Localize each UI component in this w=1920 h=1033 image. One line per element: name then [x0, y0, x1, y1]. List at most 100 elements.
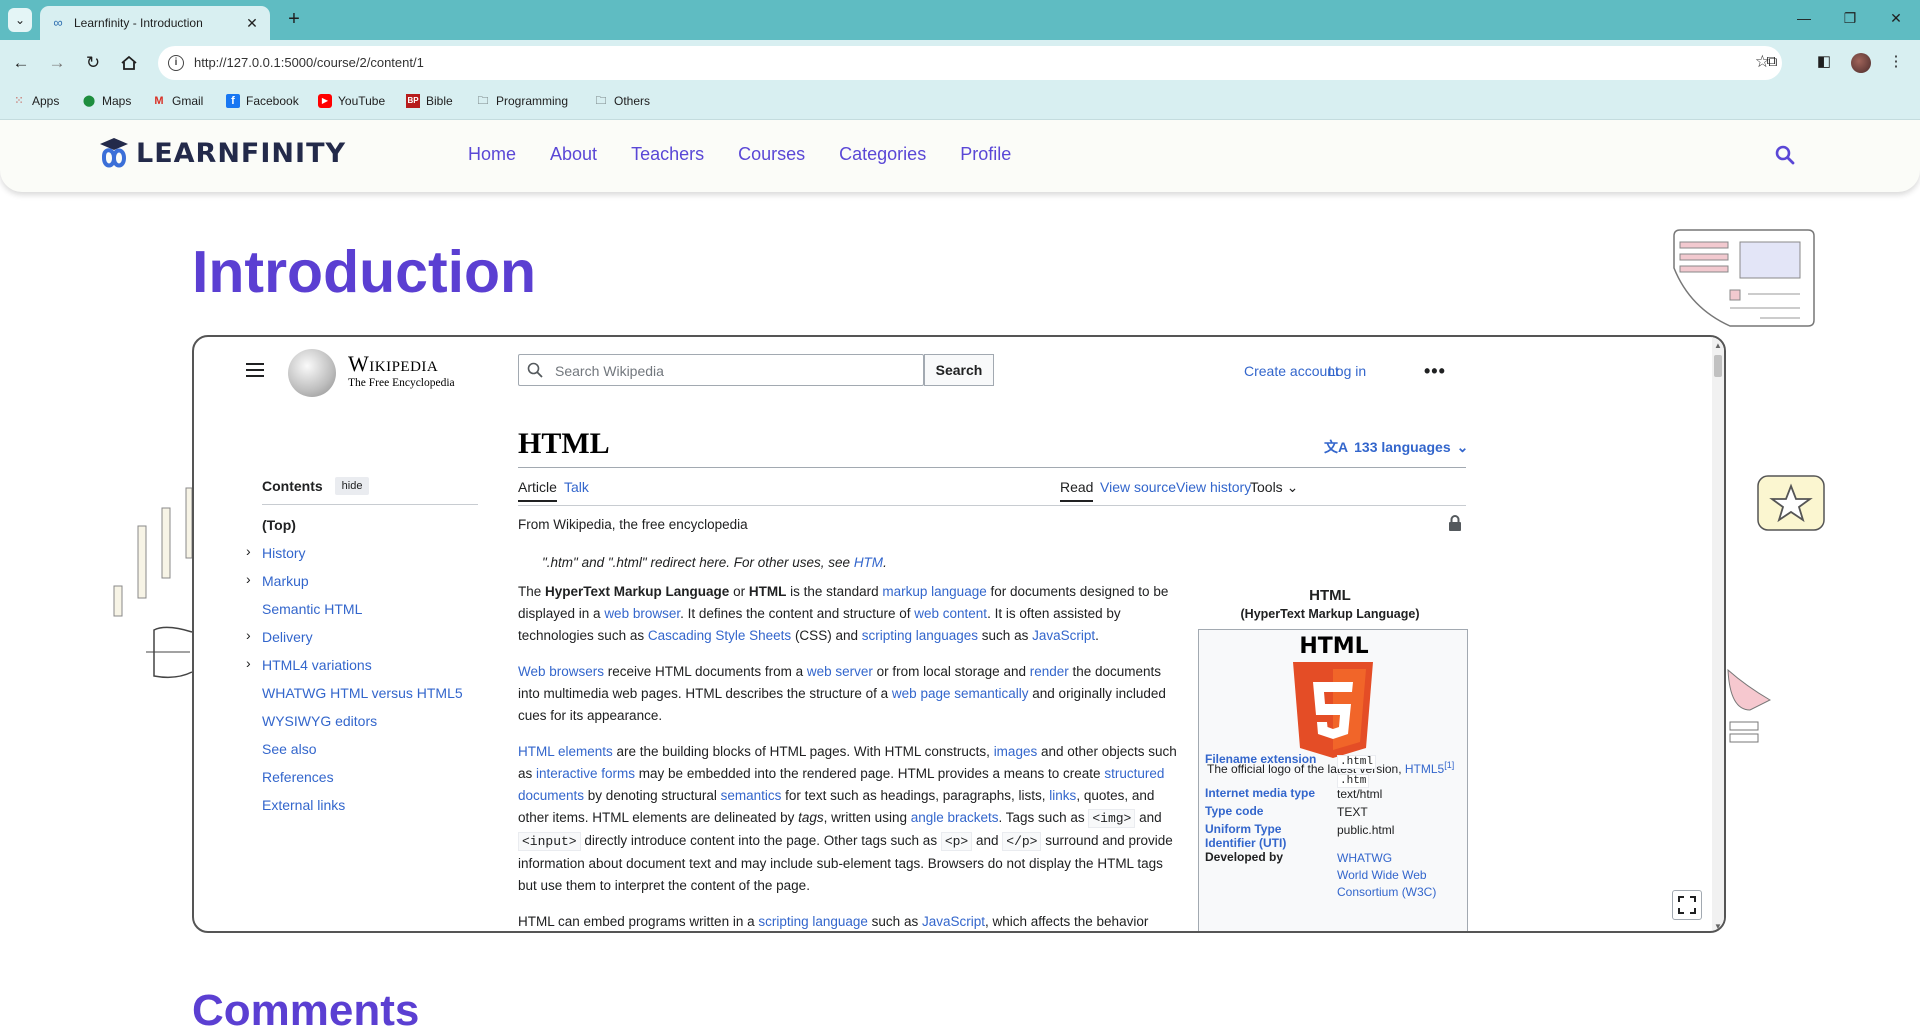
profile-avatar[interactable] [1851, 53, 1871, 73]
extensions-icon[interactable]: ⧉ [1760, 50, 1784, 74]
nav-home[interactable]: Home [468, 144, 516, 165]
toc-hide-button[interactable]: hide [334, 477, 370, 495]
tools-menu[interactable]: Tools ⌄ [1250, 479, 1298, 496]
embedded-content-frame[interactable]: Wikipedia The Free Encyclopedia Search W… [192, 335, 1726, 933]
back-button[interactable]: ← [10, 52, 32, 74]
tab-view-source[interactable]: View source [1100, 479, 1176, 495]
address-bar[interactable]: i http://127.0.0.1:5000/course/2/content… [158, 46, 1782, 80]
site-info-icon[interactable]: i [168, 55, 184, 71]
toc-item[interactable]: External links [246, 797, 463, 825]
user-menu-ellipsis-icon[interactable]: ••• [1424, 361, 1446, 382]
log-in-link[interactable]: Log in [1328, 363, 1366, 379]
nav-courses[interactable]: Courses [738, 144, 805, 165]
infobox-value-item[interactable]: World Wide Web Consortium (W3C) [1337, 868, 1436, 899]
link[interactable]: markup language [882, 584, 986, 599]
bookmark-maps[interactable]: ⬤ Maps [82, 94, 132, 108]
tools-label: Tools [1250, 479, 1283, 495]
tab-search-button[interactable]: ⌄ [8, 8, 32, 32]
link[interactable]: links [1049, 788, 1076, 803]
infobox-key[interactable]: Uniform Type Identifier (UTI) [1205, 822, 1333, 850]
window-close-button[interactable]: ✕ [1886, 10, 1906, 27]
infobox-key[interactable]: Type code [1205, 804, 1333, 818]
chevron-right-icon[interactable]: › [246, 543, 251, 559]
bookmark-bible[interactable]: BP Bible [406, 94, 453, 108]
link[interactable]: interactive forms [536, 766, 635, 781]
tab-read[interactable]: Read [1060, 479, 1094, 502]
link[interactable]: angle brackets [911, 810, 999, 825]
link[interactable]: Cascading Style Sheets [648, 628, 791, 643]
nav-about[interactable]: About [550, 144, 597, 165]
toc-item[interactable]: › Markup [246, 571, 463, 601]
toc-item[interactable]: WYSIWYG editors [246, 713, 463, 741]
html5-logo-icon[interactable] [1289, 660, 1377, 760]
scrollbar-thumb[interactable] [1714, 355, 1722, 377]
wikipedia-globe-logo[interactable] [288, 349, 336, 397]
main-menu-hamburger-icon[interactable] [246, 363, 264, 381]
link[interactable]: semantics [721, 788, 782, 803]
link[interactable]: Web browsers [518, 664, 604, 679]
infobox-value-item[interactable]: WHATWG [1337, 851, 1392, 865]
close-icon[interactable]: ✕ [244, 15, 260, 32]
link[interactable]: scripting languages [862, 628, 978, 643]
link[interactable]: JavaScript [1032, 628, 1095, 643]
browser-tab-active[interactable]: ∞ Learnfinity - Introduction ✕ [40, 6, 270, 40]
toc-item[interactable]: › HTML4 variations [246, 655, 463, 685]
nav-categories[interactable]: Categories [839, 144, 926, 165]
chevron-right-icon[interactable]: › [246, 627, 251, 643]
tab-title: Learnfinity - Introduction [74, 16, 203, 30]
toc-item[interactable]: See also [246, 741, 463, 769]
bookmark-facebook[interactable]: f Facebook [226, 94, 299, 108]
link[interactable]: web page [892, 686, 951, 701]
forward-button[interactable]: → [46, 52, 68, 74]
infobox-key[interactable]: Internet media type [1205, 786, 1333, 800]
bookmark-programming[interactable]: 🗀 Programming [476, 94, 569, 108]
nav-teachers[interactable]: Teachers [631, 144, 704, 165]
infobox-key[interactable]: Filename extension [1205, 752, 1333, 766]
menu-kebab-icon[interactable]: ⋮ [1884, 50, 1908, 74]
minimize-button[interactable]: — [1794, 10, 1814, 26]
reload-button[interactable]: ↻ [82, 52, 104, 74]
toc-item[interactable]: › Delivery [246, 627, 463, 657]
link[interactable]: semantically [954, 686, 1028, 701]
link[interactable]: web browser [604, 606, 680, 621]
tab-talk[interactable]: Talk [564, 479, 589, 495]
create-account-link[interactable]: Create account [1244, 363, 1339, 379]
link[interactable]: render [1030, 664, 1069, 679]
toc-item[interactable]: › History [246, 543, 463, 573]
bookmark-others[interactable]: 🗀 Others [594, 94, 651, 108]
lock-icon[interactable] [1448, 515, 1462, 531]
fullscreen-button[interactable] [1672, 890, 1702, 920]
scroll-up-arrow-icon[interactable]: ▲ [1714, 341, 1722, 350]
side-panel-icon[interactable]: ◧ [1812, 50, 1836, 74]
hatnote-link[interactable]: HTM [854, 555, 883, 570]
bookmark-apps[interactable]: ⁙ Apps [12, 94, 59, 108]
search-icon[interactable] [1774, 144, 1796, 166]
frame-scrollbar[interactable]: ▲ ▼ [1712, 337, 1724, 931]
link[interactable]: HTML elements [518, 744, 613, 759]
link[interactable]: web server [807, 664, 873, 679]
tab-article[interactable]: Article [518, 479, 557, 502]
wiki-search-input[interactable]: Search Wikipedia [518, 354, 924, 386]
restore-button[interactable]: ❐ [1840, 10, 1860, 27]
bookmark-gmail[interactable]: M Gmail [152, 94, 203, 108]
wikipedia-wordmark[interactable]: Wikipedia [348, 351, 438, 377]
chevron-right-icon[interactable]: › [246, 571, 251, 587]
tab-view-history[interactable]: View history [1176, 479, 1251, 495]
toc-item[interactable]: Semantic HTML [246, 601, 463, 629]
site-logo[interactable]: LEARNFINITY [98, 134, 346, 172]
link[interactable]: scripting language [758, 914, 868, 929]
link[interactable]: web content [914, 606, 987, 621]
nav-profile[interactable]: Profile [960, 144, 1011, 165]
link[interactable]: JavaScript [922, 914, 985, 929]
language-selector[interactable]: 文A 133 languages ⌄ [1324, 437, 1468, 457]
link[interactable]: images [994, 744, 1038, 759]
home-button[interactable] [118, 52, 140, 74]
wiki-search-button[interactable]: Search [924, 354, 994, 386]
new-tab-button[interactable]: + [282, 8, 306, 32]
chevron-right-icon[interactable]: › [246, 655, 251, 671]
toc-item[interactable]: References [246, 769, 463, 797]
toc-item[interactable]: WHATWG HTML versus HTML5 [246, 685, 463, 713]
toc-item[interactable]: (Top) [246, 517, 463, 545]
scroll-down-arrow-icon[interactable]: ▼ [1714, 922, 1722, 931]
bookmark-youtube[interactable]: ▶ YouTube [318, 94, 385, 108]
